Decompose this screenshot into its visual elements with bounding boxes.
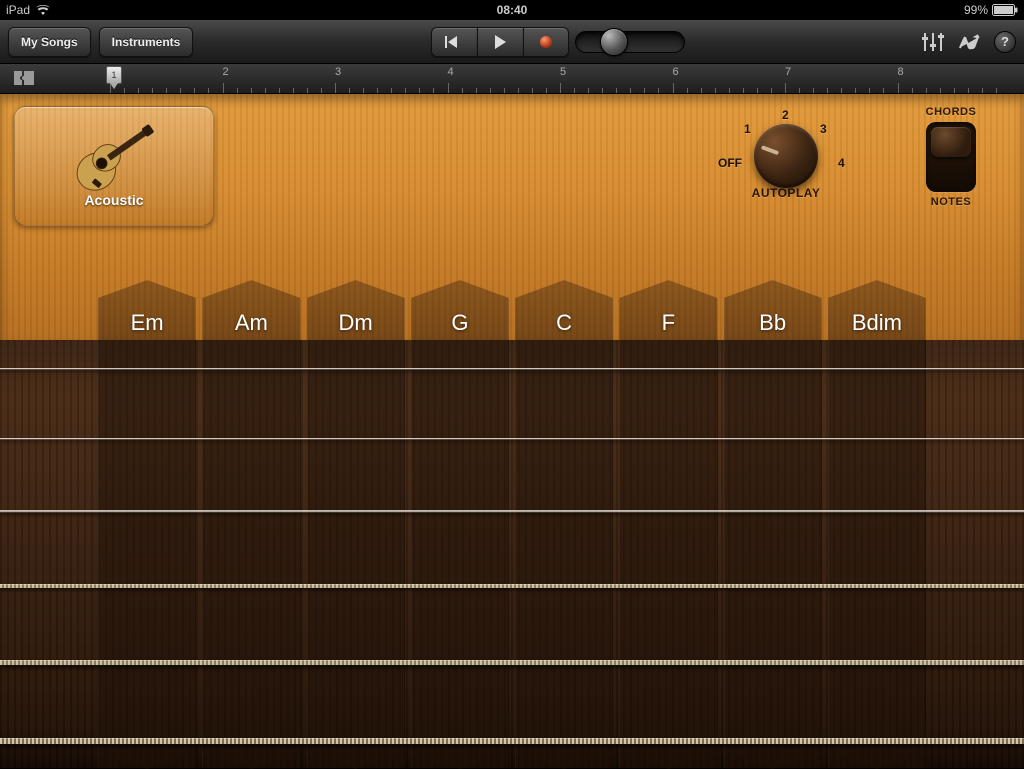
status-time: 08:40 — [497, 3, 528, 17]
mode-notes-label: NOTES — [908, 196, 994, 208]
guitar-body: Acoustic OFF 1 2 3 4 AUTOPLAY CHORDS NOT… — [0, 94, 1024, 340]
chord-strum-column[interactable] — [724, 340, 822, 768]
switch-thumb — [931, 127, 971, 157]
ruler-bar-number: 2 — [223, 66, 229, 78]
ruler-bar-number: 4 — [448, 66, 454, 78]
chord-label: Em — [131, 310, 164, 336]
volume-knob-icon — [600, 28, 628, 56]
ruler-bar-number: 8 — [898, 66, 904, 78]
chord-label: C — [556, 310, 572, 336]
autoplay-tick-1: 1 — [744, 122, 751, 136]
chord-label: G — [451, 310, 468, 336]
chord-button[interactable]: Bb — [724, 280, 822, 340]
chord-strum-column[interactable] — [515, 340, 613, 768]
chord-label: Bb — [759, 310, 786, 336]
chord-label: Dm — [339, 310, 373, 336]
battery-icon — [992, 4, 1018, 16]
chord-button[interactable]: Dm — [307, 280, 405, 340]
chord-strum-column[interactable] — [619, 340, 717, 768]
instruments-button[interactable]: Instruments — [99, 27, 194, 57]
status-bar: iPad 08:40 99% — [0, 0, 1024, 20]
autoplay-label: AUTOPLAY — [716, 186, 856, 200]
playhead[interactable]: 1 — [103, 64, 125, 94]
chord-button[interactable]: F — [619, 280, 717, 340]
fretboard[interactable] — [0, 340, 1024, 768]
record-button[interactable] — [523, 27, 569, 57]
play-button[interactable] — [477, 27, 523, 57]
mode-toggle: CHORDS NOTES — [908, 106, 994, 208]
autoplay-tick-2: 2 — [782, 108, 789, 122]
chord-button[interactable]: C — [515, 280, 613, 340]
transport-controls — [431, 27, 569, 57]
instrument-picker[interactable]: Acoustic — [14, 106, 214, 226]
device-label: iPad — [6, 3, 30, 17]
rewind-button[interactable] — [431, 27, 477, 57]
autoplay-tick-4: 4 — [838, 156, 845, 170]
record-icon — [540, 36, 552, 48]
ruler-bar-number: 7 — [785, 66, 791, 78]
chord-strum-column[interactable] — [411, 340, 509, 768]
chord-strum-column[interactable] — [202, 340, 300, 768]
mode-chords-label: CHORDS — [908, 106, 994, 118]
toolbar: My Songs Instruments ? — [0, 20, 1024, 64]
chord-label: Bdim — [852, 310, 902, 336]
chord-strum-column[interactable] — [98, 340, 196, 768]
help-button[interactable]: ? — [994, 31, 1016, 53]
autoplay-dial[interactable] — [754, 124, 818, 188]
master-volume-slider[interactable] — [575, 31, 685, 53]
playhead-number: 1 — [107, 67, 121, 83]
autoplay-tick-3: 3 — [820, 122, 827, 136]
wifi-icon — [36, 4, 50, 16]
chord-button[interactable]: Am — [202, 280, 300, 340]
chord-button[interactable]: G — [411, 280, 509, 340]
ruler-bar-number: 6 — [673, 66, 679, 78]
ruler-bar-number: 3 — [335, 66, 341, 78]
autoplay-tick-off: OFF — [718, 156, 742, 170]
my-songs-button[interactable]: My Songs — [8, 27, 91, 57]
chord-strum-column[interactable] — [828, 340, 926, 768]
chord-label: F — [662, 310, 675, 336]
settings-icon[interactable] — [958, 33, 980, 51]
timeline-ruler[interactable]: 123456781 — [0, 64, 1024, 94]
chords-notes-switch[interactable] — [926, 122, 976, 192]
chord-label: Am — [235, 310, 268, 336]
chord-strum-column[interactable] — [307, 340, 405, 768]
chord-header-row: Em Am Dm G C F Bb Bdim — [0, 280, 1024, 340]
ruler-bar-number: 5 — [560, 66, 566, 78]
battery-label: 99% — [964, 3, 988, 17]
chord-button[interactable]: Em — [98, 280, 196, 340]
mixer-icon[interactable] — [922, 33, 944, 51]
autoplay-control: OFF 1 2 3 4 AUTOPLAY — [716, 106, 856, 216]
chord-button[interactable]: Bdim — [828, 280, 926, 340]
sections-icon[interactable] — [12, 68, 36, 93]
